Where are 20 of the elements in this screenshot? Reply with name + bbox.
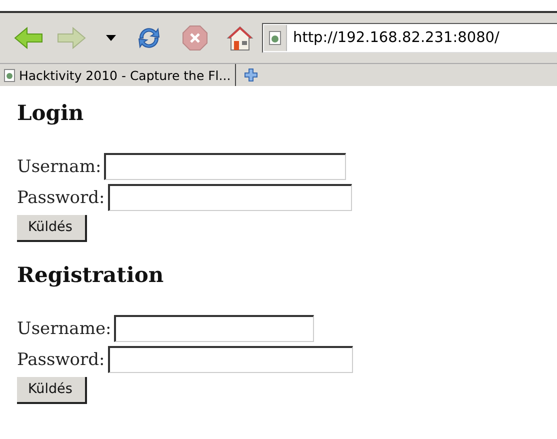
submit-button[interactable]: Küldés — [17, 215, 88, 242]
username-field[interactable] — [104, 153, 346, 180]
password-field[interactable] — [108, 346, 353, 373]
new-tab-icon[interactable] — [244, 68, 258, 82]
dropdown-icon[interactable] — [106, 35, 116, 41]
username-field[interactable] — [114, 315, 314, 342]
password-field[interactable] — [108, 184, 352, 211]
field-label: Password: — [17, 350, 105, 370]
field-label: Password: — [17, 188, 105, 208]
reload-icon[interactable] — [136, 25, 162, 51]
address-field[interactable]: http://192.168.82.231:8080/ — [262, 23, 557, 53]
submit-button[interactable]: Küldés — [17, 377, 88, 404]
page-icon — [4, 68, 15, 82]
field-label: Username: — [17, 318, 112, 338]
section-heading: Login — [17, 100, 84, 125]
stop-icon[interactable] — [182, 25, 208, 51]
home-icon[interactable] — [226, 24, 254, 52]
section-heading: Registration — [17, 262, 164, 287]
page-icon — [269, 31, 281, 45]
field-label: Usernam: — [17, 156, 102, 176]
